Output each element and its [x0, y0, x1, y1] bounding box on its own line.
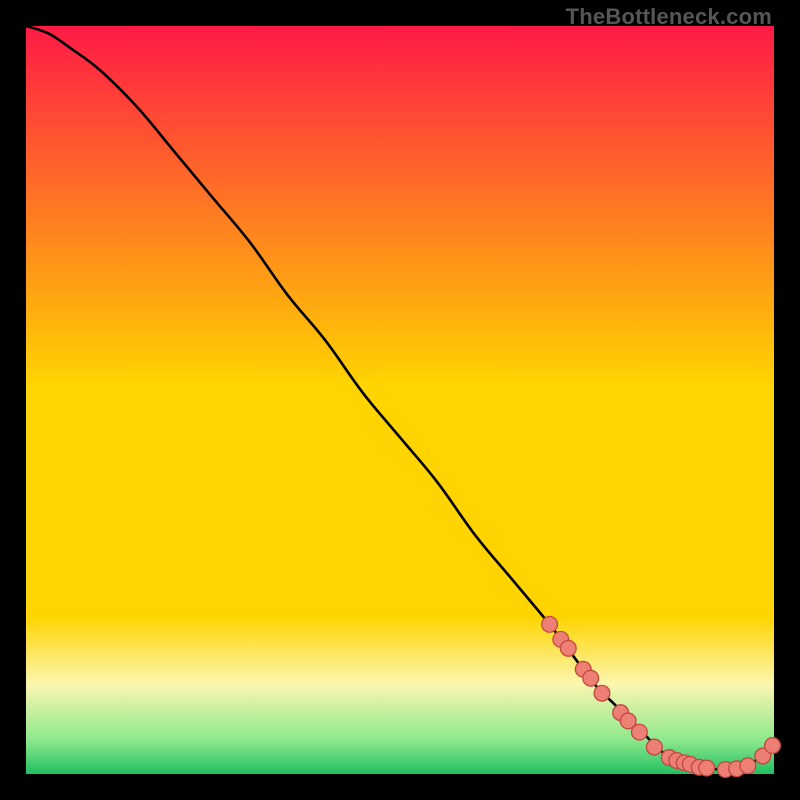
- chart-stage: TheBottleneck.com: [0, 0, 800, 800]
- highlight-dot: [542, 617, 558, 633]
- highlight-dot: [699, 760, 715, 776]
- highlight-dot: [594, 685, 610, 701]
- highlight-dot: [632, 724, 648, 740]
- highlight-dot: [646, 739, 662, 755]
- plot-area: [26, 26, 774, 774]
- highlight-dots: [542, 617, 781, 778]
- chart-svg: [26, 26, 774, 774]
- watermark-text: TheBottleneck.com: [566, 4, 772, 30]
- bottleneck-curve: [26, 26, 774, 770]
- highlight-dot: [765, 738, 781, 754]
- highlight-dot: [583, 670, 599, 686]
- highlight-dot: [740, 758, 756, 774]
- highlight-dot: [560, 640, 576, 656]
